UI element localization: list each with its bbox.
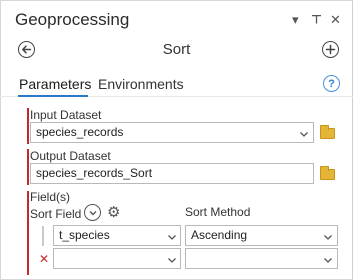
required-indicator bbox=[27, 108, 29, 144]
pin-icon[interactable]: ⊥ bbox=[311, 11, 322, 27]
folder-icon[interactable] bbox=[320, 125, 335, 139]
input-dataset-value: species_records bbox=[36, 125, 124, 139]
chevron-down-icon[interactable] bbox=[166, 231, 178, 243]
remove-row-icon[interactable]: ✕ bbox=[39, 252, 49, 266]
tool-title: Sort bbox=[162, 41, 191, 58]
input-dataset-label: Input Dataset bbox=[30, 108, 102, 122]
required-indicator bbox=[27, 149, 29, 185]
chevron-down-icon[interactable] bbox=[322, 231, 334, 243]
chevron-down-icon[interactable] bbox=[298, 128, 310, 140]
chevron-down-icon[interactable] bbox=[166, 254, 178, 266]
active-tab-indicator bbox=[18, 95, 88, 97]
pane-options-menu[interactable]: ▾ bbox=[292, 12, 299, 28]
help-icon[interactable]: ? bbox=[323, 75, 340, 92]
field-options-button[interactable] bbox=[84, 204, 101, 221]
sort-method-value: Ascending bbox=[191, 228, 248, 242]
fields-label: Field(s) bbox=[30, 190, 71, 204]
tab-environments[interactable]: Environments bbox=[98, 76, 184, 92]
sort-field-value: t_species bbox=[59, 228, 110, 242]
sort-field-header: Sort Field bbox=[30, 207, 82, 221]
chevron-down-icon bbox=[89, 210, 96, 215]
input-dataset-select[interactable]: species_records bbox=[30, 122, 314, 143]
sort-field-select[interactable] bbox=[53, 248, 181, 269]
output-dataset-label: Output Dataset bbox=[30, 149, 111, 163]
add-button[interactable] bbox=[322, 41, 339, 58]
chevron-down-icon[interactable] bbox=[322, 254, 334, 266]
pane-title: Geoprocessing bbox=[15, 10, 130, 29]
gear-icon[interactable]: ⚙ bbox=[107, 204, 120, 221]
sort-method-select[interactable] bbox=[185, 248, 338, 269]
required-indicator bbox=[27, 191, 29, 275]
output-dataset-value: species_records_Sort bbox=[36, 166, 153, 180]
folder-icon[interactable] bbox=[320, 166, 335, 180]
output-dataset-field[interactable]: species_records_Sort bbox=[30, 163, 314, 184]
row-handle[interactable] bbox=[42, 226, 44, 246]
sort-method-select[interactable]: Ascending bbox=[185, 225, 338, 246]
plus-icon bbox=[325, 44, 336, 55]
sort-method-header: Sort Method bbox=[185, 205, 251, 219]
sort-field-select[interactable]: t_species bbox=[53, 225, 181, 246]
close-pane-icon[interactable]: ✕ bbox=[330, 12, 341, 28]
tab-parameters[interactable]: Parameters bbox=[19, 76, 91, 92]
